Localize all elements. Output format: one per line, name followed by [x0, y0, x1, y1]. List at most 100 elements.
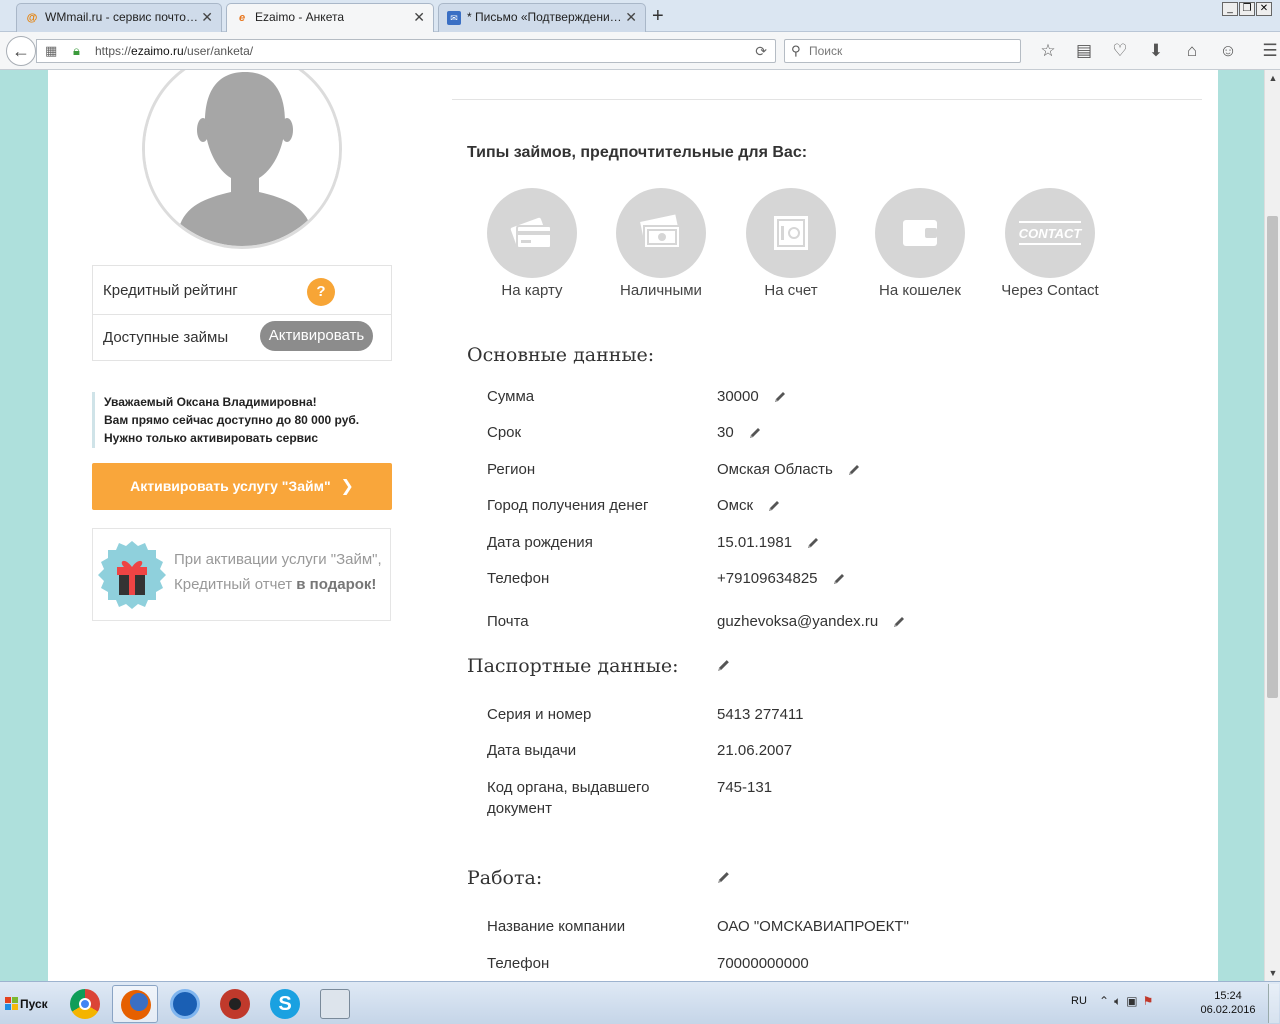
wallet-icon	[903, 220, 937, 246]
tab-ezaimo[interactable]: e Ezaimo - Анкета ✕	[226, 3, 434, 33]
activate-pill-button[interactable]: Активировать	[260, 321, 373, 351]
pocket-icon[interactable]: ♡	[1102, 40, 1138, 62]
safe-icon	[774, 216, 808, 250]
field-label: Телефон	[487, 570, 550, 587]
loan-type-contact[interactable]: CONTACT Через Contact	[995, 188, 1105, 299]
clock[interactable]: 15:24 06.02.2016	[1196, 989, 1260, 1017]
close-window-icon[interactable]: ✕	[1256, 2, 1272, 16]
start-button[interactable]: Пуск	[2, 991, 52, 1017]
calculator-icon	[320, 989, 350, 1019]
language-indicator[interactable]: RU	[1071, 995, 1087, 1007]
available-loans-row: Доступные займы Активировать	[93, 314, 391, 362]
browser-tab-strip: @ WMmail.ru - сервис почтовы... ✕ e Ezai…	[0, 0, 1280, 33]
close-tab-icon[interactable]: ✕	[201, 9, 213, 26]
pencil-icon[interactable]	[847, 463, 861, 477]
navigation-bar: ← ▦ 🔒︎ https://ezaimo.ru/user/anketa/ ⟳ …	[0, 32, 1280, 70]
action-center-icon[interactable]: ⚑	[1143, 994, 1154, 1009]
pencil-icon[interactable]	[892, 615, 906, 629]
loan-types-title: Типы займов, предпочтительные для Вас:	[467, 144, 808, 161]
toolbar-icons: ☆ ▤ ♡ ⬇ ⌂ ☺ ☰	[1030, 40, 1280, 62]
home-icon[interactable]: ⌂	[1174, 40, 1210, 62]
credit-info-box: Кредитный рейтинг ? Доступные займы Акти…	[92, 265, 392, 361]
gift-promo-text: При активации услуги "Займ", Кредитный о…	[174, 551, 382, 593]
field-label: Почта	[487, 613, 529, 630]
taskbar-app-ccleaner[interactable]	[162, 985, 208, 1023]
activation-notice: Уважаемый Оксана Владимировна! Вам прямо…	[92, 392, 392, 448]
loan-type-cash[interactable]: Наличными	[606, 188, 716, 299]
taskbar-app-chrome[interactable]	[62, 985, 108, 1023]
menu-icon[interactable]: ☰	[1252, 40, 1280, 62]
field-value-company: ОАО "ОМСКАВИАПРОЕКТ"	[717, 918, 909, 935]
field-value-region: Омская Область	[717, 459, 861, 480]
volume-icon[interactable]: 🔈︎	[1114, 994, 1121, 1009]
field-label: Телефон	[487, 955, 550, 972]
field-value-passport-number: 5413 277411	[717, 706, 804, 723]
pencil-icon[interactable]	[748, 426, 762, 440]
main-data-title: Основные данные:	[467, 344, 655, 366]
tray-expand-icon[interactable]: ⌃	[1099, 994, 1109, 1009]
window-controls: _ ❐ ✕	[1222, 2, 1272, 16]
lock-icon[interactable]: 🔒︎	[73, 40, 80, 62]
activate-loan-service-button[interactable]: Активировать услугу "Займ" ❯	[92, 463, 392, 510]
system-tray: ⌃ 🔈︎ ▣ ⚑	[1099, 994, 1153, 1009]
help-badge[interactable]: ?	[307, 278, 335, 306]
vertical-scrollbar[interactable]: ▲ ▼	[1264, 70, 1280, 981]
taskbar-app-firefox[interactable]	[112, 985, 158, 1023]
mail-icon: ✉	[447, 11, 461, 25]
loan-type-account[interactable]: На счет	[736, 188, 846, 299]
skype-icon: S	[270, 989, 300, 1019]
reading-list-icon[interactable]: ▤	[1066, 40, 1102, 62]
contact-logo-icon: CONTACT	[1019, 221, 1083, 245]
reload-icon[interactable]: ⟳	[755, 40, 767, 62]
field-value-work-phone: 70000000000	[717, 955, 809, 972]
close-tab-icon[interactable]: ✕	[625, 9, 637, 26]
taskbar-app-skype[interactable]: S	[262, 985, 308, 1023]
network-icon[interactable]: ▣	[1126, 994, 1137, 1009]
passport-data-title: Паспортные данные:	[467, 655, 679, 677]
pencil-icon[interactable]	[716, 870, 731, 885]
tab-mail-confirmation[interactable]: ✉ * Письмо «Подтверждение ... ✕	[438, 3, 646, 32]
pencil-icon[interactable]	[832, 572, 846, 586]
field-label: Город получения денег	[487, 497, 649, 514]
field-label: Дата рождения	[487, 534, 593, 551]
windows-taskbar: Пуск S RU ⌃ 🔈︎ ▣ ⚑ 15:24 06.02.2016	[0, 981, 1280, 1024]
grid-icon[interactable]: ▦	[45, 40, 57, 62]
scroll-down-icon[interactable]: ▼	[1265, 965, 1280, 981]
loan-type-card[interactable]: На карту	[477, 188, 587, 299]
minimize-icon[interactable]: _	[1222, 2, 1238, 16]
pencil-icon[interactable]	[773, 390, 787, 404]
work-data-title: Работа:	[467, 867, 543, 889]
svg-text:CONTACT: CONTACT	[1019, 226, 1083, 241]
bookmark-star-icon[interactable]: ☆	[1030, 40, 1066, 62]
search-input[interactable]: ⚲ Поиск	[784, 39, 1021, 63]
tab-wmmail[interactable]: @ WMmail.ru - сервис почтовы... ✕	[16, 3, 222, 32]
field-label: Регион	[487, 461, 536, 478]
back-arrow-icon[interactable]: ←	[6, 36, 36, 66]
field-value-authority-code: 745-131	[717, 779, 773, 796]
card-icon	[510, 217, 552, 249]
avast-icon	[220, 989, 250, 1019]
page-container: Кредитный рейтинг ? Доступные займы Акти…	[48, 70, 1218, 981]
scroll-up-icon[interactable]: ▲	[1265, 70, 1280, 86]
gift-promo-box: При активации услуги "Займ", Кредитный о…	[92, 528, 391, 621]
close-tab-icon[interactable]: ✕	[413, 9, 425, 26]
chat-icon[interactable]: ☺	[1210, 40, 1246, 62]
user-silhouette-icon	[145, 70, 339, 246]
address-bar[interactable]: ▦ 🔒︎ https://ezaimo.ru/user/anketa/ ⟳	[36, 39, 776, 63]
taskbar-app-avast[interactable]	[212, 985, 258, 1023]
field-label: Название компании	[487, 918, 626, 935]
downloads-icon[interactable]: ⬇	[1138, 40, 1174, 62]
pencil-icon[interactable]	[767, 499, 781, 513]
loan-type-wallet[interactable]: На кошелек	[865, 188, 975, 299]
show-desktop-button[interactable]	[1268, 984, 1279, 1023]
maximize-icon[interactable]: ❐	[1239, 2, 1255, 16]
gift-icon	[98, 541, 166, 609]
scrollbar-thumb[interactable]	[1267, 216, 1278, 698]
field-value-amount: 30000	[717, 386, 787, 407]
taskbar-app-calculator[interactable]	[312, 985, 358, 1023]
field-value-email: guzhevoksa@yandex.ru	[717, 611, 906, 632]
pencil-icon[interactable]	[716, 658, 731, 673]
new-tab-icon[interactable]: +	[652, 6, 664, 26]
pencil-icon[interactable]	[806, 536, 820, 550]
field-label: Сумма	[487, 388, 535, 405]
